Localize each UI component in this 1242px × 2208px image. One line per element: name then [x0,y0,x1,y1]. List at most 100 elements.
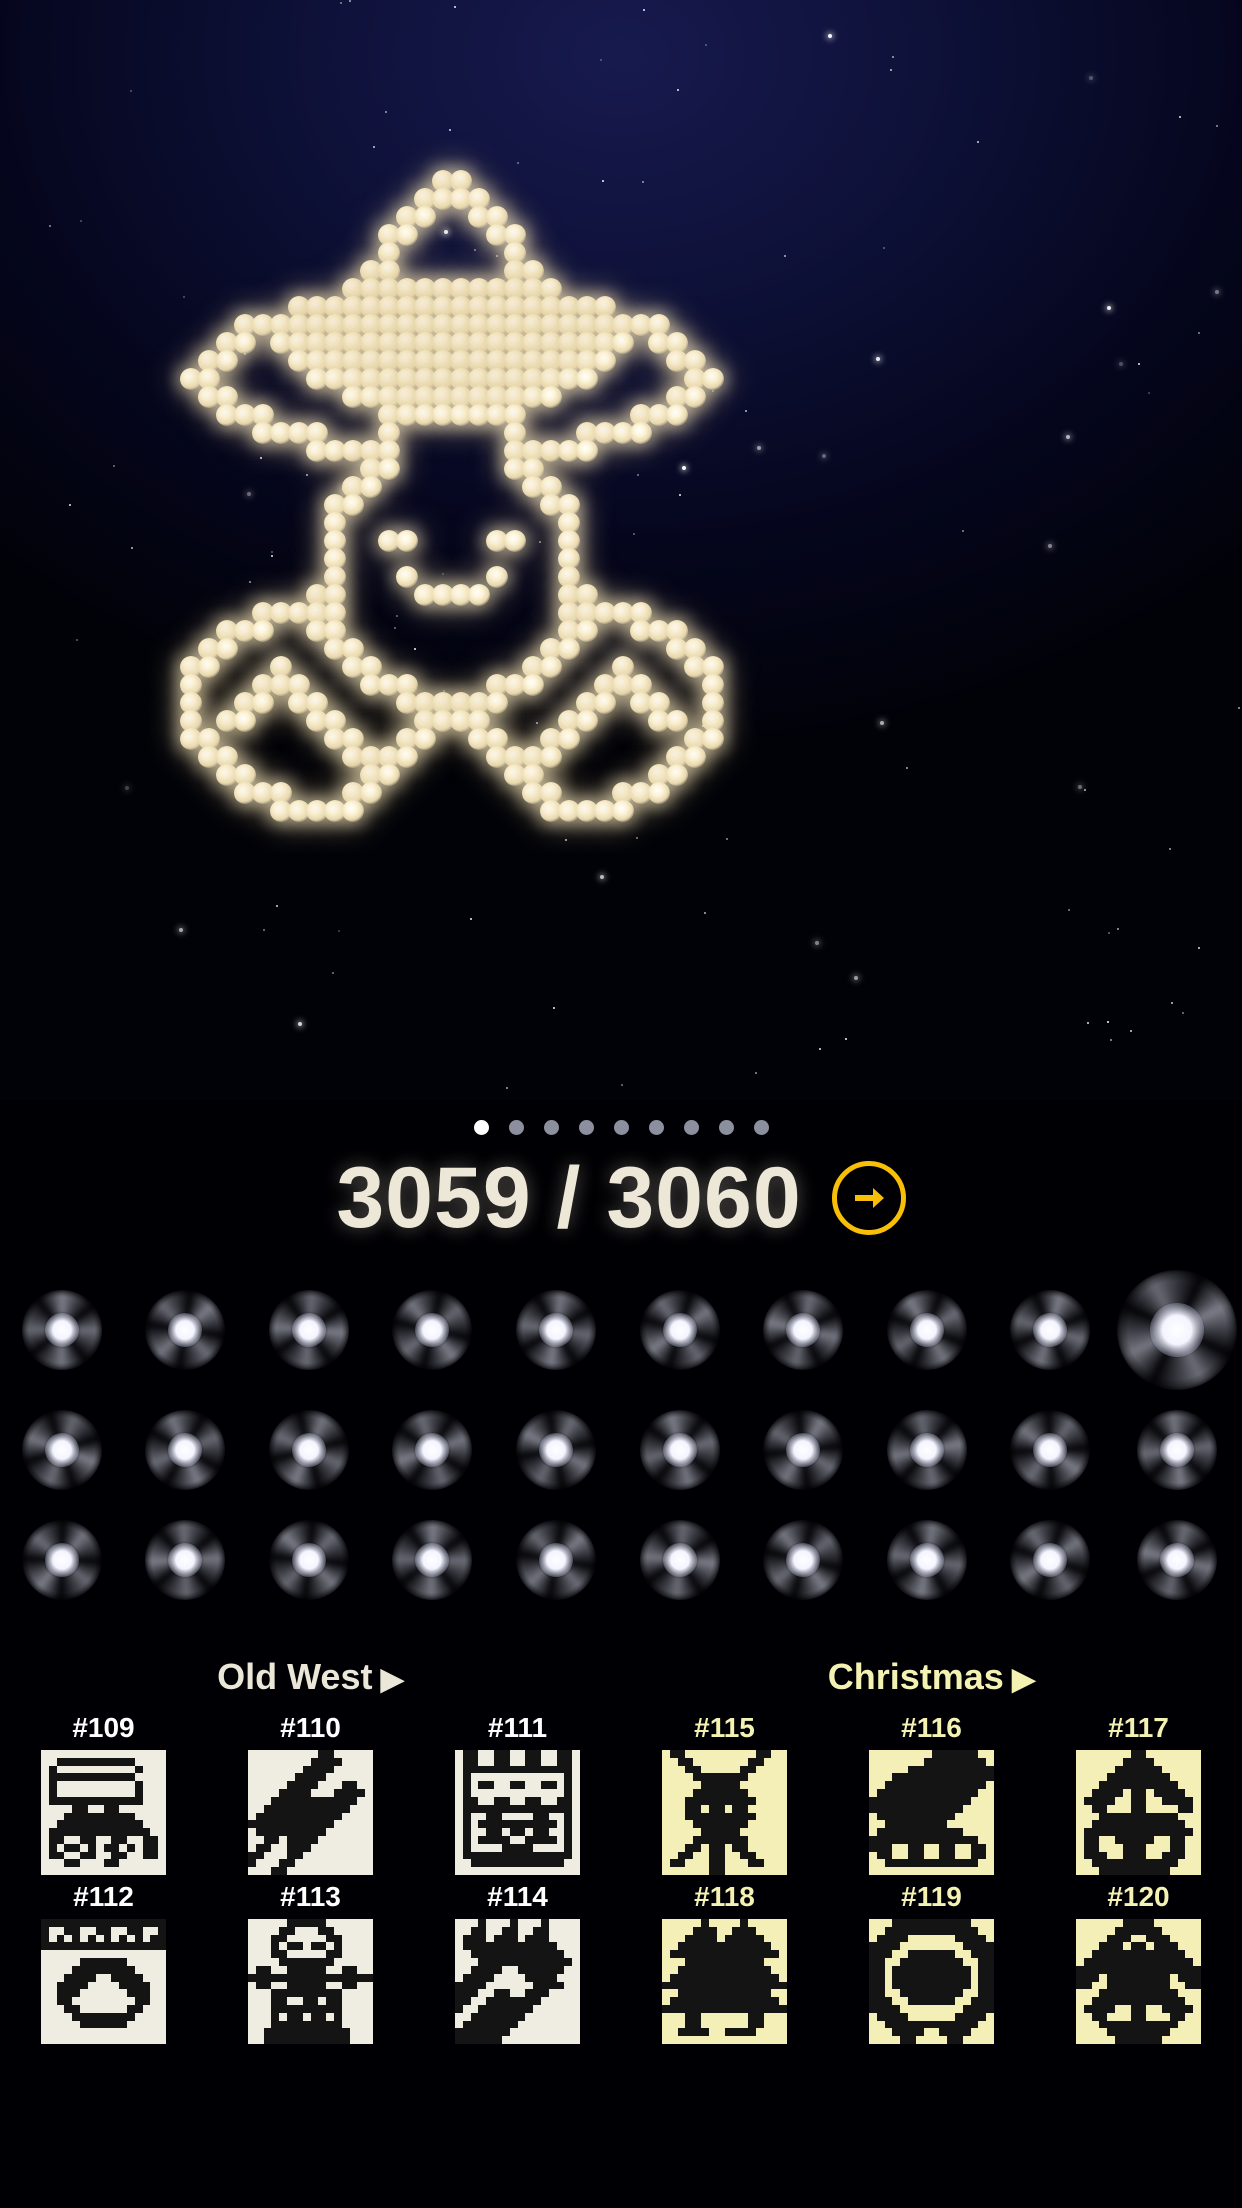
thumb-pixel [1092,2021,1100,2029]
thumb-pixel [1154,1797,1162,1805]
page-dot-7[interactable] [718,1120,734,1135]
thumb-pixel [947,1973,955,1982]
thumb-pixel [271,1958,279,1966]
spiral-galaxy-icon[interactable] [1096,1249,1242,1411]
spiral-galaxy-icon[interactable] [879,1403,974,1497]
spiral-galaxy-icon[interactable] [1129,1512,1225,1608]
thumb-pixel [279,1758,287,1766]
thumbnail-reindeer[interactable] [662,1750,787,1875]
thumb-pixel [1185,1989,1193,1997]
thumbnail-item: #109 [21,1712,186,1875]
thumb-pixel [80,1935,88,1943]
spiral-galaxy-icon[interactable] [386,1514,478,1606]
thumb-pixel [303,1950,311,1958]
thumbnail-cowboy-on-horse[interactable] [248,1750,373,1875]
thumb-pixel [685,1812,694,1821]
thumb-pixel [1130,1765,1139,1774]
page-dot-0[interactable] [473,1120,489,1135]
thumb-pixel [693,1812,702,1821]
thumb-pixel [1185,1789,1193,1797]
spiral-galaxy-icon[interactable] [747,1394,859,1506]
spiral-galaxy-icon[interactable] [139,1514,231,1606]
spiral-galaxy-icon[interactable] [1131,1404,1223,1496]
thumb-pixel [708,1820,717,1829]
thumbnail-totem-pole[interactable] [248,1919,373,2044]
thumb-pixel [1177,1804,1186,1813]
thumb-pixel [80,1804,88,1813]
category-christmas: Christmas ▶ #115 #116 #117 #118 #119 #120 [621,1612,1242,2044]
spiral-galaxy-icon[interactable] [630,1401,729,1499]
spiral-galaxy-icon[interactable] [994,1504,1106,1616]
spiral-galaxy-icon[interactable] [256,1397,362,1503]
page-indicator[interactable] [0,1120,1242,1135]
thumb-pixel [333,1942,342,1951]
thumb-pixel [978,1797,986,1805]
next-artwork-button[interactable] [831,1161,906,1235]
thumb-pixel [685,2004,694,2013]
thumb-pixel [64,1919,73,1927]
thumb-pixel [158,1942,166,1951]
page-dot-8[interactable] [753,1120,769,1135]
thumbnail-wanted-poster[interactable] [41,1919,166,2044]
spiral-galaxy-icon[interactable] [5,1503,119,1617]
thumb-pixel [978,2028,986,2036]
thumb-pixel [143,1927,151,1935]
peg-bulb [378,764,400,786]
page-dot-4[interactable] [613,1120,629,1135]
thumbnail-santa-sleigh[interactable] [869,1750,994,1875]
spiral-galaxy-icon[interactable] [510,1284,602,1376]
thumb-pixel [533,1942,541,1951]
thumbnail-nativity[interactable] [1076,1750,1201,1875]
spiral-galaxy-icon[interactable] [1000,1280,1100,1380]
spiral-galaxy-icon[interactable] [376,1273,489,1387]
thumb-pixel [88,1989,96,1997]
spiral-galaxy-icon[interactable] [252,1503,366,1617]
thumb-pixel [900,1859,909,1868]
page-dot-6[interactable] [683,1120,699,1135]
thumb-pixel [72,1852,80,1860]
thumbnail-angel[interactable] [1076,1919,1201,2044]
thumb-pixel [1138,1773,1147,1782]
thumb-pixel [357,1844,365,1852]
page-dot-5[interactable] [648,1120,664,1135]
spiral-galaxy-icon[interactable] [755,1282,851,1378]
thumbnail-christmas-trees[interactable] [662,1919,787,2044]
spiral-galaxy-icon[interactable] [623,1274,736,1386]
spiral-galaxy-icon[interactable] [746,1503,860,1617]
galaxy-core [909,1433,944,1467]
thumb-pixel [564,1750,573,1758]
category-header-old-west[interactable]: Old West ▶ [0,1612,621,1712]
spiral-galaxy-icon[interactable] [16,1284,108,1376]
thumb-pixel [455,1997,463,2005]
galaxy-grid[interactable] [0,1249,1242,1617]
spiral-galaxy-icon[interactable] [10,1398,114,1502]
thumb-pixel [892,1750,900,1758]
page-dot-3[interactable] [578,1120,594,1135]
spiral-galaxy-icon[interactable] [263,1284,355,1376]
spiral-galaxy-icon[interactable] [634,1514,726,1606]
thumbnail-covered-wagon[interactable] [41,1750,166,1875]
thumb-pixel [486,2028,495,2037]
spiral-galaxy-icon[interactable] [128,1273,242,1387]
thumb-pixel [311,1927,319,1935]
page-dot-1[interactable] [508,1120,524,1135]
spiral-galaxy-icon[interactable] [994,1394,1107,1506]
spiral-galaxy-icon[interactable] [880,1514,973,1606]
category-header-christmas[interactable]: Christmas ▶ [621,1612,1242,1712]
thumbnail-cactus-fort[interactable] [455,1750,580,1875]
thumb-pixel [311,1935,319,1943]
thumb-pixel [548,1820,557,1829]
thumb-pixel [971,1820,979,1828]
spiral-galaxy-icon[interactable] [132,1397,238,1503]
thumb-pixel [1193,1942,1201,1950]
spiral-galaxy-icon[interactable] [381,1399,484,1501]
spiral-galaxy-icon[interactable] [871,1275,982,1385]
page-dot-2[interactable] [543,1120,559,1135]
spiral-galaxy-icon[interactable] [501,1395,611,1505]
thumb-pixel [685,1965,694,1974]
thumbnail-native-chief[interactable] [455,1919,580,2044]
spiral-galaxy-icon[interactable] [499,1503,613,1617]
thumbnail-wreath[interactable] [869,1919,994,2044]
thumb-pixel [693,2036,701,2044]
peg-art-canvas[interactable] [0,0,1242,1100]
